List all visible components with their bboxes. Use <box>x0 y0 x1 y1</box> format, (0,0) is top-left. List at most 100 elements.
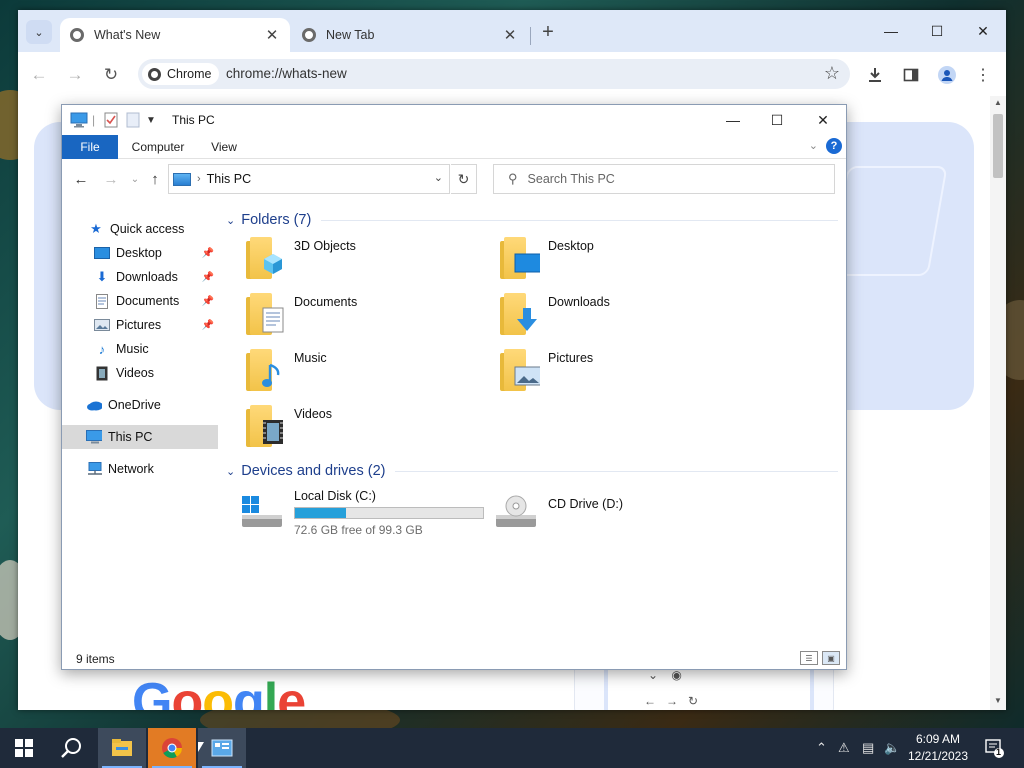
customize-qat-icon[interactable]: ▼ <box>146 112 156 128</box>
new-folder-icon[interactable] <box>126 112 140 128</box>
group-title: Folders (7) <box>241 212 312 228</box>
nav-label: Network <box>108 462 154 476</box>
breadcrumb-chevron-icon[interactable]: › <box>197 173 201 185</box>
close-button[interactable]: ✕ <box>960 18 1006 44</box>
tab-file[interactable]: File <box>62 135 118 159</box>
tab-computer[interactable]: Computer <box>126 135 190 159</box>
help-icon[interactable]: ? <box>826 138 842 154</box>
music-icon: ♪ <box>98 341 106 357</box>
clock-time: 6:09 AM <box>915 732 961 746</box>
scrollbar-thumb[interactable] <box>993 114 1003 178</box>
minimize-button[interactable]: — <box>868 18 914 44</box>
drive-local-disk-c[interactable]: Local Disk (C:) 72.6 GB free of 99.3 GB <box>226 489 484 537</box>
nav-quick-access[interactable]: ★ Quick access <box>62 217 218 241</box>
taskbar-chrome[interactable] <box>148 728 196 768</box>
download-icon[interactable] <box>864 64 886 86</box>
nav-onedrive[interactable]: OneDrive <box>62 393 218 417</box>
security-alert-icon[interactable]: ⚠ <box>838 740 850 756</box>
taskbar-control-panel[interactable] <box>198 728 246 768</box>
search-button[interactable] <box>48 728 96 768</box>
volume-muted-icon[interactable]: 🔈 <box>884 740 900 756</box>
forward-button[interactable]: → <box>62 62 88 88</box>
file-explorer-window: | ▼ This PC — ☐ ✕ File Computer View ⌄ ?… <box>61 104 847 670</box>
chrome-favicon-icon <box>70 28 84 42</box>
nav-label: Videos <box>116 366 154 380</box>
pin-icon: 📌 <box>201 247 214 259</box>
nav-item-videos[interactable]: Videos <box>62 361 218 385</box>
nav-item-desktop[interactable]: Desktop 📌 <box>62 241 218 265</box>
maximize-button[interactable]: ☐ <box>914 18 960 44</box>
collapse-chevron-icon[interactable]: ⌄ <box>226 465 235 478</box>
explorer-maximize-button[interactable]: ☐ <box>754 105 800 135</box>
bookmark-star-icon[interactable]: ☆ <box>824 63 840 84</box>
search-placeholder: Search This PC <box>527 172 615 186</box>
reload-button[interactable]: ↻ <box>98 62 124 88</box>
address-bar[interactable]: Chrome chrome://whats-new ☆ <box>138 59 850 89</box>
cd-drive-icon <box>494 495 538 529</box>
mouse-cursor-icon <box>198 742 204 752</box>
start-button[interactable] <box>0 728 48 768</box>
collapse-chevron-icon[interactable]: ⌄ <box>226 214 235 227</box>
site-info-chip[interactable]: Chrome <box>142 63 220 85</box>
page-scrollbar[interactable]: ▲ ▼ <box>990 96 1006 710</box>
folder-downloads[interactable]: Downloads <box>480 291 720 343</box>
menu-kebab-icon[interactable]: ⋮ <box>972 64 994 86</box>
side-panel-icon[interactable] <box>900 64 922 86</box>
recent-locations-icon[interactable]: ⌄ <box>124 168 146 190</box>
new-tab-button[interactable]: + <box>536 21 560 44</box>
back-button[interactable]: ← <box>26 62 52 88</box>
explorer-address-bar[interactable]: › This PC ⌄ <box>168 164 450 194</box>
ribbon-tabs: File Computer View ⌄ ? <box>62 135 846 159</box>
explorer-address-row: ← → ⌄ ↑ › This PC ⌄ ↻ ⚲ Search This PC <box>62 160 846 196</box>
explorer-forward-button[interactable]: → <box>100 168 122 190</box>
breadcrumb[interactable]: This PC <box>207 172 251 186</box>
system-clock[interactable]: 6:09 AM 12/21/2023 <box>906 731 970 765</box>
folder-videos[interactable]: Videos <box>226 403 466 455</box>
search-icon: ⚲ <box>508 171 518 186</box>
nav-item-music[interactable]: ♪ Music <box>62 337 218 361</box>
properties-icon[interactable] <box>104 112 118 128</box>
folder-documents[interactable]: Documents <box>226 291 466 343</box>
tab-close-icon[interactable]: ✕ <box>262 26 282 44</box>
address-dropdown-icon[interactable]: ⌄ <box>434 171 443 184</box>
status-bar: 9 items ☰ ▣ <box>62 649 846 669</box>
tab-search-button[interactable]: ⌄ <box>26 20 52 44</box>
pin-icon: 📌 <box>201 295 214 307</box>
item-count: 9 items <box>76 652 115 666</box>
nav-item-downloads[interactable]: ⬇ Downloads 📌 <box>62 265 218 289</box>
explorer-refresh-button[interactable]: ↻ <box>451 164 477 194</box>
folder-desktop[interactable]: Desktop <box>480 235 720 287</box>
nav-this-pc[interactable]: This PC <box>62 425 218 449</box>
drive-cd-d[interactable]: CD Drive (D:) <box>480 489 730 533</box>
nav-label: This PC <box>108 430 153 444</box>
folder-music[interactable]: Music <box>226 347 466 399</box>
notification-center-icon[interactable]: 1 <box>984 738 1004 758</box>
drives-group-header[interactable]: ⌄ Devices and drives (2) <box>226 461 838 481</box>
explorer-close-button[interactable]: ✕ <box>800 105 846 135</box>
tab-new-tab[interactable]: New Tab ✕ <box>292 18 528 52</box>
music-folder-icon <box>260 363 286 389</box>
tab-whats-new[interactable]: What's New ✕ <box>60 18 290 52</box>
onedrive-cloud-icon <box>86 397 102 413</box>
details-view-icon[interactable]: ☰ <box>800 651 818 665</box>
nav-item-documents[interactable]: Documents 📌 <box>62 289 218 313</box>
expand-ribbon-icon[interactable]: ⌄ <box>809 139 818 152</box>
folder-pictures[interactable]: Pictures <box>480 347 720 399</box>
network-tray-icon[interactable]: ▤ <box>862 740 874 756</box>
explorer-back-button[interactable]: ← <box>70 168 92 190</box>
taskbar-file-explorer[interactable] <box>98 728 146 768</box>
nav-item-pictures[interactable]: Pictures 📌 <box>62 313 218 337</box>
up-button[interactable]: ↑ <box>144 168 166 190</box>
explorer-search-input[interactable]: ⚲ Search This PC <box>493 164 835 194</box>
tab-view[interactable]: View <box>202 135 246 159</box>
explorer-minimize-button[interactable]: — <box>710 105 756 135</box>
profile-avatar-icon[interactable] <box>936 64 958 86</box>
large-icons-view-icon[interactable]: ▣ <box>822 651 840 665</box>
pictures-icon <box>94 317 110 333</box>
show-hidden-icons-chevron-icon[interactable]: ⌃ <box>816 740 827 756</box>
this-pc-icon <box>70 112 88 128</box>
folder-3d-objects[interactable]: 3D Objects <box>226 235 466 287</box>
nav-network[interactable]: Network <box>62 457 218 481</box>
folders-group-header[interactable]: ⌄ Folders (7) <box>226 210 838 230</box>
tab-close-icon[interactable]: ✕ <box>500 26 520 44</box>
